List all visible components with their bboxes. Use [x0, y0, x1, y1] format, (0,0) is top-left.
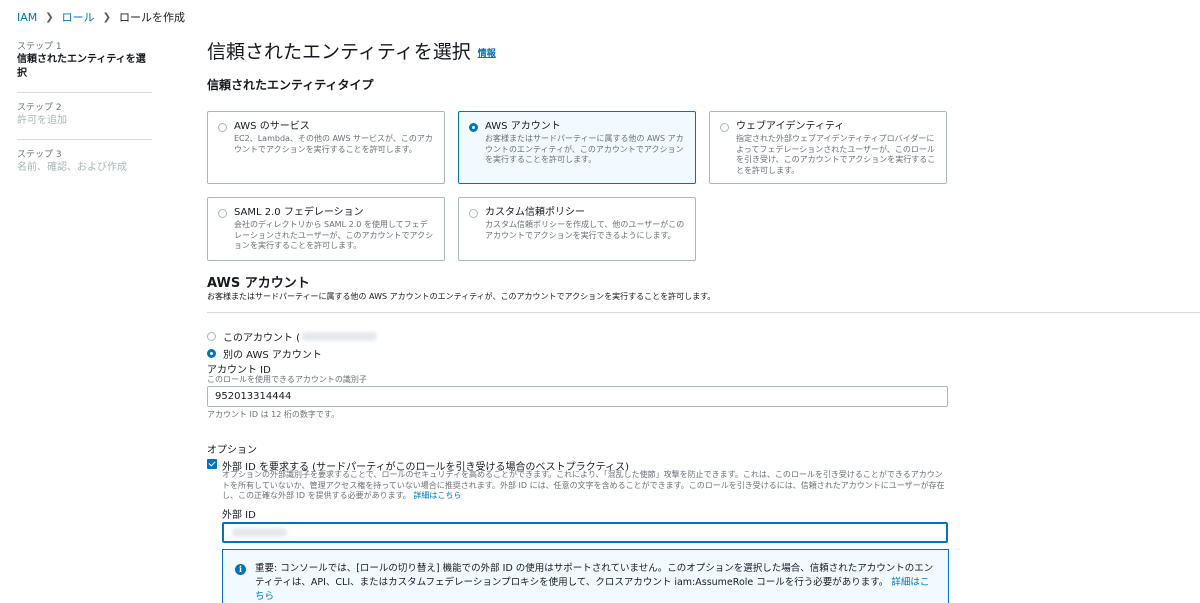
radio-button[interactable]	[469, 209, 478, 218]
card-title: SAML 2.0 フェデレーション	[234, 207, 364, 218]
card-title: ウェブアイデンティティ	[736, 121, 845, 132]
card-description: お客様またはサードパーティーに属する他の AWS アカウントのエンティティが、こ…	[485, 134, 684, 164]
external-id-description-text: オプションの外部識別子を要求することで、ロールのセキュリティを高めることができま…	[222, 470, 945, 500]
entity-card-web-identity[interactable]: ウェブアイデンティティ 指定された外部ウェブアイデンティティプロバイダーによって…	[709, 111, 947, 184]
account-id-input[interactable]: 952013314444	[207, 386, 948, 407]
step-title: 許可を追加	[17, 115, 67, 126]
options-label: オプション	[207, 445, 257, 456]
this-account-label: このアカウント (	[223, 333, 301, 344]
external-id-input[interactable]	[222, 522, 948, 543]
account-id-description: このロールを使用できるアカウントの識別子	[207, 375, 367, 384]
other-account-label: 別の AWS アカウント	[223, 350, 322, 361]
breadcrumb-roles-link[interactable]: ロール	[62, 9, 95, 25]
step-number: ステップ 1	[17, 42, 62, 52]
require-external-id-checkbox[interactable]	[207, 459, 217, 469]
redacted-external-id	[232, 528, 287, 537]
section-title: 信頼されたエンティティタイプ	[207, 78, 374, 92]
radio-button[interactable]	[218, 123, 227, 132]
alert-text: 重要: コンソールでは、[ロールの切り替え] 機能での外部 ID の使用はサポー…	[255, 563, 934, 588]
wizard-steps: ステップ 1 信頼されたエンティティを選択 ステップ 2 許可を追加 ステップ …	[17, 41, 152, 195]
info-alert: i 重要: コンソールでは、[ロールの切り替え] 機能での外部 ID の使用はサ…	[222, 549, 949, 603]
card-title: カスタム信頼ポリシー	[485, 207, 585, 218]
external-id-description: オプションの外部識別子を要求することで、ロールのセキュリティを高めることができま…	[222, 470, 950, 502]
card-description: 指定された外部ウェブアイデンティティプロバイダーによってフェデレーションされたユ…	[736, 134, 936, 175]
page-title: 信頼されたエンティティを選択 情報	[207, 37, 496, 64]
entity-card-aws-account[interactable]: AWS アカウント お客様またはサードパーティーに属する他の AWS アカウント…	[458, 111, 696, 184]
step-3: ステップ 3 名前、確認、および作成	[17, 149, 152, 186]
step-1: ステップ 1 信頼されたエンティティを選択	[17, 41, 152, 93]
card-title: AWS のサービス	[234, 121, 310, 132]
other-account-option[interactable]: 別の AWS アカウント	[207, 346, 322, 361]
this-account-option[interactable]: このアカウント (	[207, 329, 378, 344]
page-title-text: 信頼されたエンティティを選択	[207, 41, 471, 63]
redacted-account-id	[302, 332, 378, 341]
radio-button[interactable]	[218, 209, 227, 218]
info-icon: i	[235, 564, 246, 575]
info-link[interactable]: 情報	[478, 49, 496, 59]
chevron-right-icon: ❯	[45, 11, 54, 23]
chevron-right-icon: ❯	[102, 11, 112, 23]
step-number: ステップ 2	[17, 103, 62, 113]
aws-account-heading: AWS アカウント	[207, 276, 310, 291]
step-number: ステップ 3	[17, 150, 62, 160]
card-description: EC2、Lambda、その他の AWS サービスが、このアカウントでアクションを…	[234, 134, 433, 154]
learn-more-link[interactable]: 詳細はこちら	[413, 491, 461, 500]
step-title: 名前、確認、および作成	[17, 162, 127, 173]
breadcrumb-iam-link[interactable]: IAM	[17, 11, 37, 24]
card-description: 会社のディレクトリから SAML 2.0 を使用してフェデレーションされたユーザ…	[234, 220, 434, 250]
entity-card-aws-service[interactable]: AWS のサービス EC2、Lambda、その他の AWS サービスが、このアカ…	[207, 111, 445, 184]
radio-button-selected[interactable]	[207, 349, 216, 358]
card-description: カスタム信頼ポリシーを作成して、他のユーザーがこのアカウントでアクションを実行で…	[485, 220, 685, 240]
breadcrumb-current: ロールを作成	[119, 11, 186, 24]
entity-card-saml[interactable]: SAML 2.0 フェデレーション 会社のディレクトリから SAML 2.0 を…	[207, 197, 445, 261]
entity-card-custom-trust-policy[interactable]: カスタム信頼ポリシー カスタム信頼ポリシーを作成して、他のユーザーがこのアカウン…	[458, 197, 696, 261]
account-id-hint: アカウント ID は 12 桁の数字です。	[207, 410, 340, 419]
breadcrumb: IAM ❯ ロール ❯ ロールを作成	[17, 9, 185, 25]
radio-button-selected[interactable]	[469, 123, 478, 132]
radio-button[interactable]	[207, 332, 216, 341]
external-id-label: 外部 ID	[222, 510, 256, 521]
step-title: 信頼されたエンティティを選択	[17, 54, 146, 79]
radio-button[interactable]	[720, 123, 729, 132]
card-title: AWS アカウント	[485, 121, 561, 132]
divider	[207, 312, 1200, 313]
aws-account-description: お客様またはサードパーティーに属する他の AWS アカウントのエンティティが、こ…	[207, 292, 716, 301]
step-2: ステップ 2 許可を追加	[17, 102, 152, 140]
